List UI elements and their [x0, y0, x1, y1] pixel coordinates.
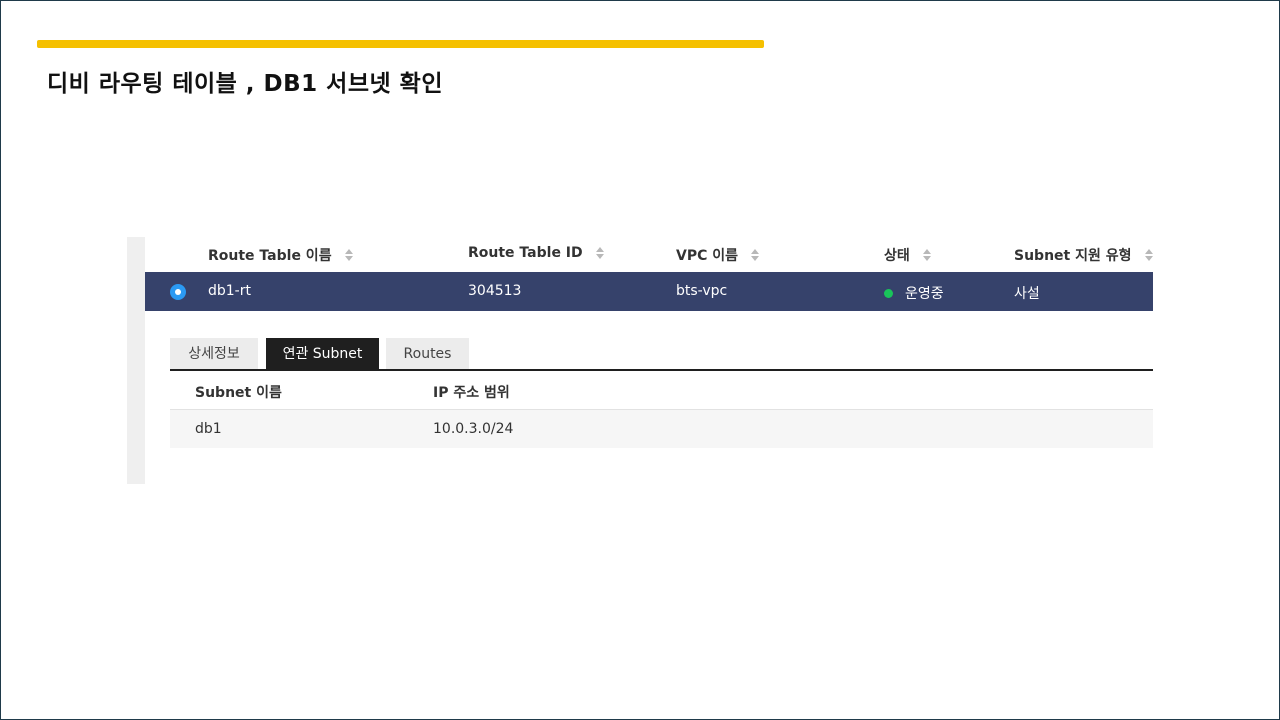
- column-header-label: Route Table ID: [468, 245, 583, 261]
- column-header-label: Subnet 지원 유형: [1014, 248, 1132, 264]
- subnet-table-header: Subnet 이름 IP 주소 범위: [170, 371, 1153, 410]
- column-header-subnet-name: Subnet 이름: [195, 385, 282, 401]
- column-header-status[interactable]: 상태: [884, 245, 932, 265]
- sort-icon[interactable]: [1144, 248, 1154, 262]
- column-header-route-table-id[interactable]: Route Table ID: [468, 245, 605, 261]
- subnet-name-cell: db1: [195, 421, 222, 437]
- status-dot-icon: [884, 288, 893, 298]
- sort-icon[interactable]: [922, 248, 932, 262]
- tab-associated-subnet[interactable]: 연관 Subnet: [266, 338, 379, 370]
- title-accent-bar: [37, 40, 764, 48]
- sort-icon[interactable]: [750, 248, 760, 262]
- panel-left-strip: [127, 237, 145, 484]
- status-text: 운영중: [905, 286, 944, 302]
- table-row-selected[interactable]: db1-rt 304513 bts-vpc 운영중 사설: [145, 272, 1153, 311]
- column-header-subnet-type[interactable]: Subnet 지원 유형: [1014, 245, 1154, 265]
- column-header-vpc-name[interactable]: VPC 이름: [676, 245, 760, 265]
- column-header-ip-range: IP 주소 범위: [433, 385, 510, 401]
- route-table-name-cell: db1-rt: [208, 283, 251, 299]
- route-table-header: Route Table 이름 Route Table ID VPC 이름 상태 …: [145, 237, 1153, 271]
- sort-icon[interactable]: [344, 248, 354, 262]
- vpc-name-cell: bts-vpc: [676, 283, 728, 299]
- table-row[interactable]: db1 10.0.3.0/24: [170, 410, 1153, 448]
- row-radio-button[interactable]: [170, 284, 186, 300]
- tab-details[interactable]: 상세정보: [170, 338, 258, 370]
- route-table-id-cell: 304513: [468, 283, 522, 299]
- sort-icon[interactable]: [595, 246, 605, 260]
- column-header-label: 상태: [884, 248, 910, 264]
- slide-title: 디비 라우팅 테이블 , DB1 서브넷 확인: [47, 71, 443, 97]
- route-table-panel: Route Table 이름 Route Table ID VPC 이름 상태 …: [127, 237, 1153, 484]
- subnet-type-cell: 사설: [1014, 286, 1040, 302]
- ip-range-cell: 10.0.3.0/24: [433, 421, 514, 437]
- status-cell: 운영중: [884, 283, 944, 303]
- column-header-label: Route Table 이름: [208, 248, 332, 264]
- column-header-label: VPC 이름: [676, 248, 739, 264]
- tab-routes[interactable]: Routes: [386, 338, 469, 370]
- column-header-route-table-name[interactable]: Route Table 이름: [208, 245, 354, 265]
